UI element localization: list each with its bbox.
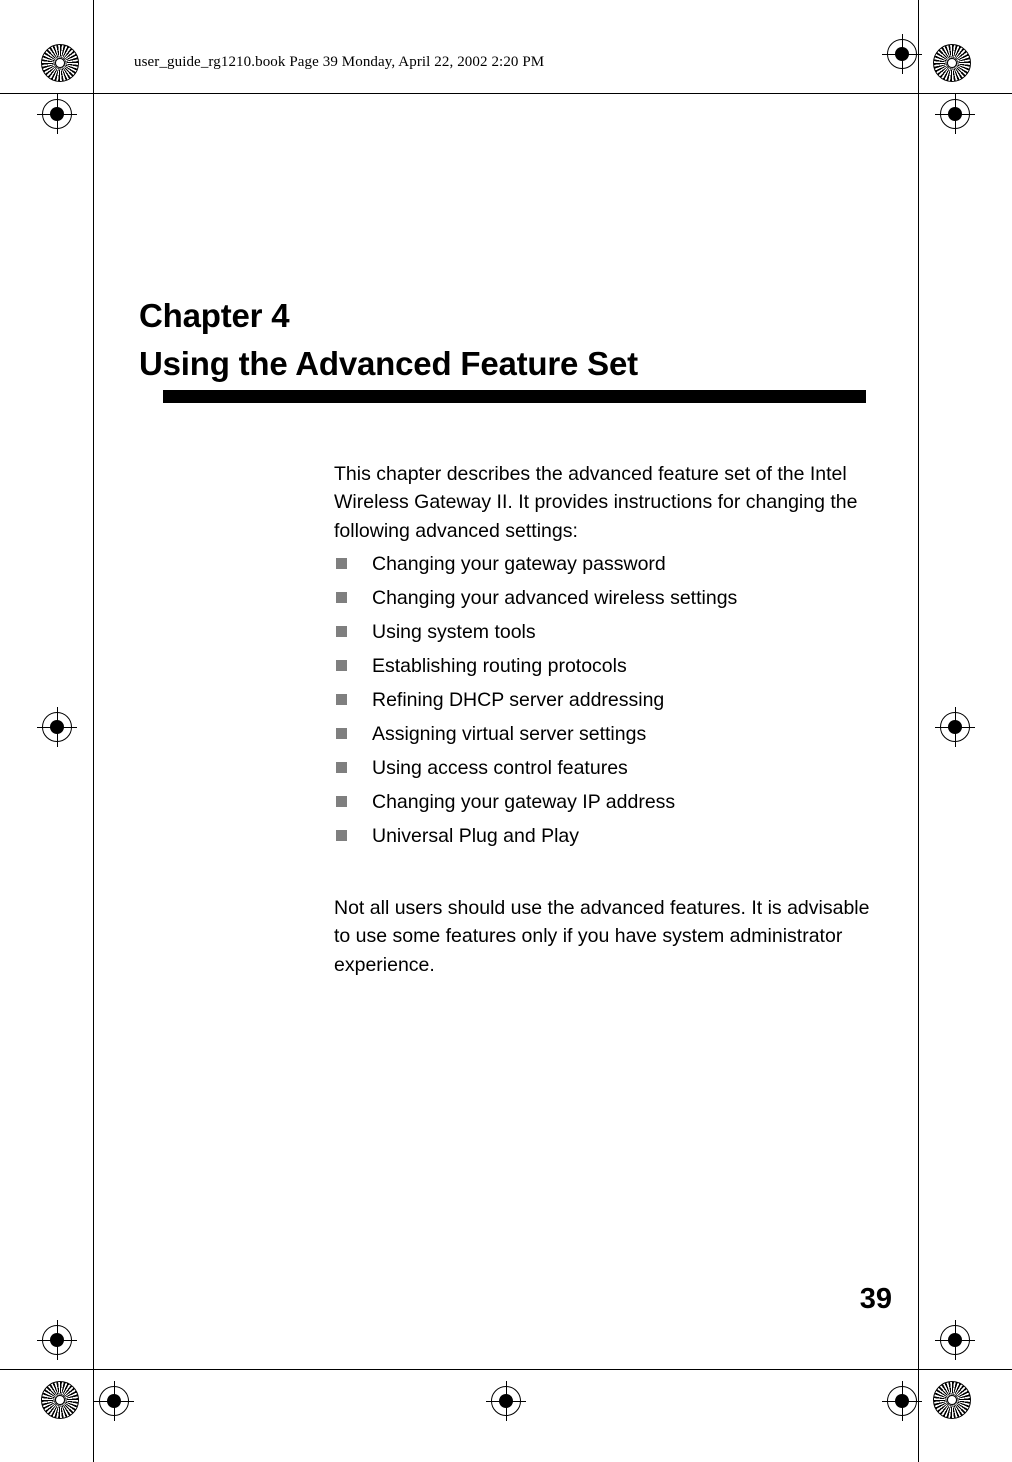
list-item: Universal Plug and Play [334,822,894,856]
square-bullet-icon [336,728,347,739]
list-item: Changing your gateway IP address [334,788,894,822]
square-bullet-icon [336,796,347,807]
file-slug-line: user_guide_rg1210.book Page 39 Monday, A… [134,54,545,70]
list-item: Changing your advanced wireless settings [334,584,894,618]
page-number: 39 [859,1283,892,1315]
list-item-label: Assigning virtual server settings [372,723,647,745]
list-item-label: Refining DHCP server addressing [372,689,665,711]
list-item-label: Changing your advanced wireless settings [372,587,738,609]
list-item: Using access control features [334,754,894,788]
feature-bullet-list: Changing your gateway password Changing … [334,550,894,856]
list-item-label: Using access control features [372,757,628,779]
square-bullet-icon [336,762,347,773]
list-item: Using system tools [334,618,894,652]
list-item: Establishing routing protocols [334,652,894,686]
list-item: Assigning virtual server settings [334,720,894,754]
square-bullet-icon [336,592,347,603]
list-item-label: Using system tools [372,621,536,643]
square-bullet-icon [336,830,347,841]
list-item: Changing your gateway password [334,550,894,584]
list-item-label: Changing your gateway IP address [372,791,676,813]
square-bullet-icon [336,660,347,671]
chapter-label: Chapter 4 [139,297,290,334]
page-content: user_guide_rg1210.book Page 39 Monday, A… [0,0,1012,1462]
list-item-label: Establishing routing protocols [372,655,627,677]
outro-paragraph: Not all users should use the advanced fe… [334,896,870,976]
square-bullet-icon [336,558,347,569]
square-bullet-icon [336,694,347,705]
intro-paragraph: This chapter describes the advanced feat… [334,462,858,542]
page-title: Using the Advanced Feature Set [139,345,638,382]
title-rule [163,390,866,403]
square-bullet-icon [336,626,347,637]
list-item: Refining DHCP server addressing [334,686,894,720]
list-item-label: Universal Plug and Play [372,825,580,847]
list-item-label: Changing your gateway password [372,553,666,575]
